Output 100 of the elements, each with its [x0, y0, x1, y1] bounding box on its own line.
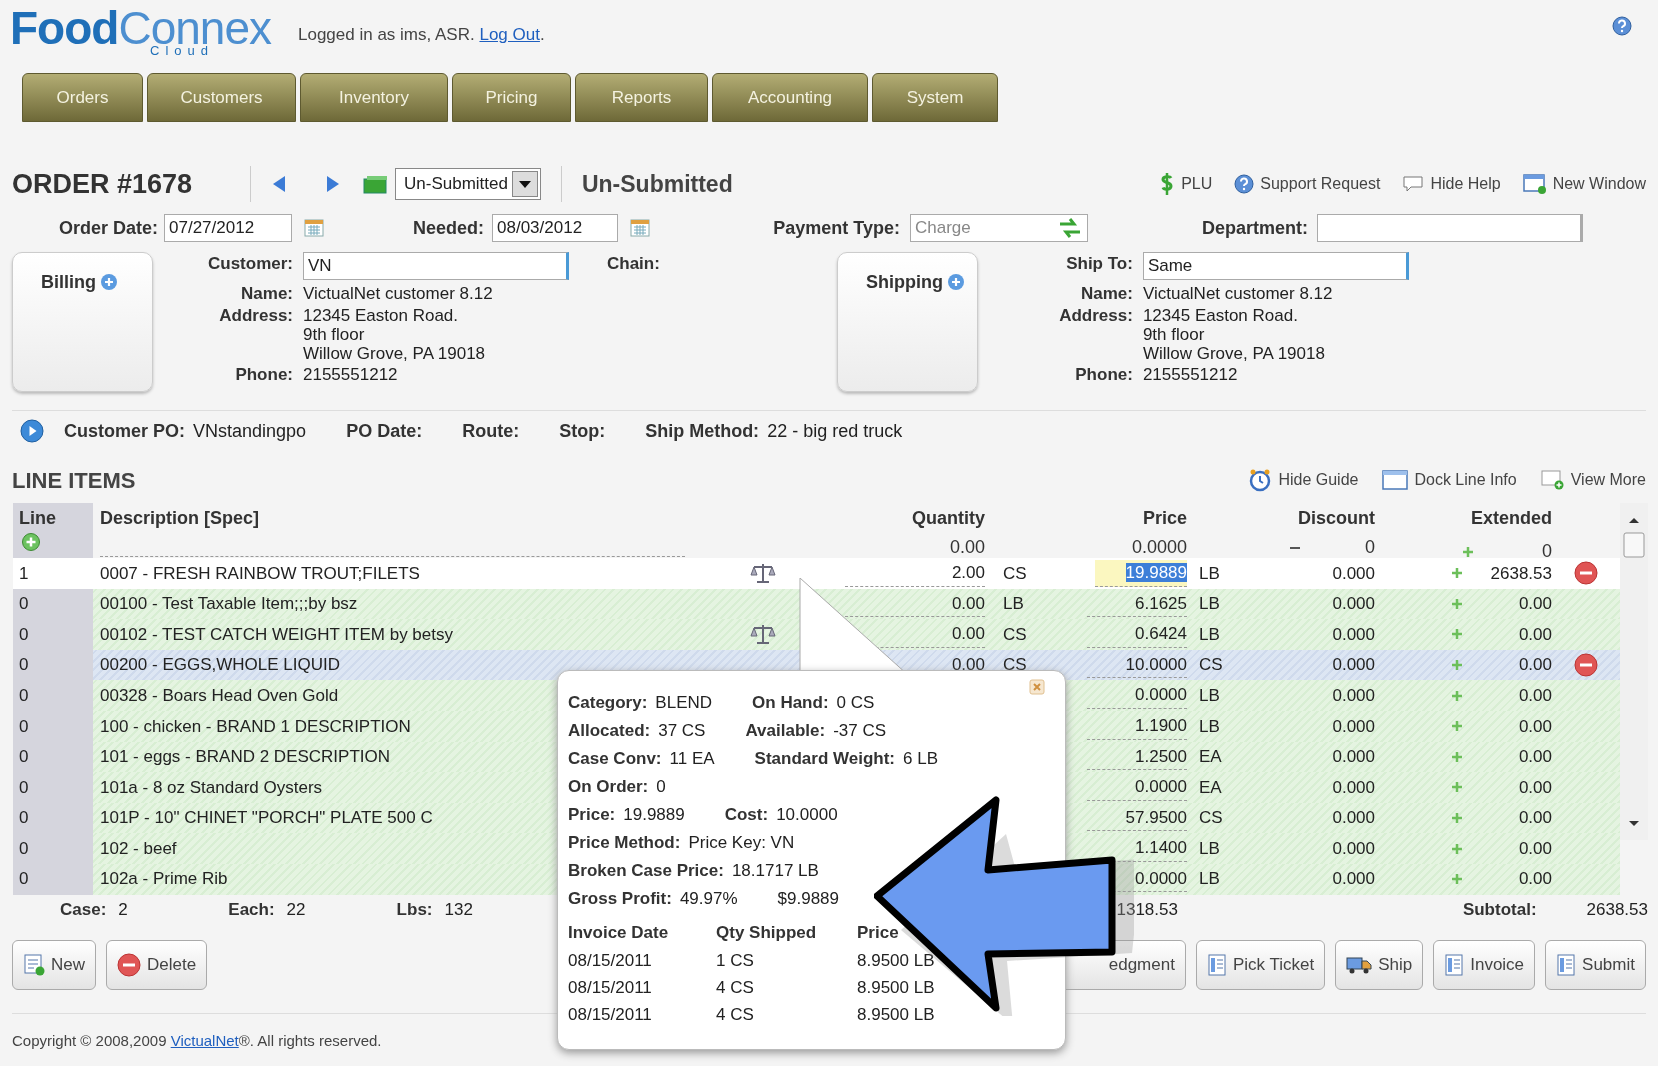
field-value: 2155551212: [303, 365, 398, 384]
table-cell-text: 0: [19, 868, 29, 891]
field-label: Case Conv:: [568, 748, 662, 771]
table-cell-text: 0: [19, 654, 29, 677]
field-label: Chain:: [607, 253, 660, 275]
table-cell-text: 101 - eggs - BRAND 2 DESCRIPTION: [100, 746, 391, 769]
table-cell-text: 8.9500 LB: [857, 1003, 936, 1026]
field-value: VNstandingpo: [193, 419, 307, 443]
table-cell-text: 0.00: [1518, 746, 1552, 769]
table-cell-text: 0: [19, 623, 29, 646]
field-label: Allocated:: [568, 720, 651, 743]
table-cell-text: CS: [1003, 623, 1027, 646]
field-value: 10.0000: [776, 804, 838, 827]
table-cell-text: LB: [1199, 868, 1220, 891]
table-cell-text: 00200 - EGGS,WHOLE LIQUID: [100, 654, 340, 677]
table-cell-text: 0.00: [1518, 654, 1552, 677]
field-value: 19.9889: [623, 804, 685, 827]
table-cell-text: 8.9500 LB: [857, 976, 936, 999]
column-header: Description [Spec]: [100, 507, 261, 530]
table-cell-text: 0: [19, 807, 29, 830]
table-cell-text: 101a - 8 oz Standard Oysters: [100, 776, 323, 799]
field-label: Ship To:: [1065, 253, 1133, 274]
table-cell-text: 0.000: [1332, 837, 1375, 860]
table-cell-text: 0: [19, 715, 29, 738]
table-cell-text: 0.000: [1332, 807, 1375, 830]
field-label: Price Method:: [568, 832, 681, 855]
field-value: 12345 Easton Road.: [1142, 306, 1299, 325]
table-cell: 0.00: [845, 590, 985, 618]
table-cell-text: 0.00: [1518, 807, 1552, 830]
table-cell-text: CS: [1199, 654, 1223, 677]
table-cell-text: 0.0000: [1131, 536, 1187, 559]
table-cell-text: 100 - chicken - BRAND 1 DESCRIPTION: [100, 715, 411, 738]
table-cell: 6.1625: [1087, 590, 1187, 618]
field-label: Name:: [1079, 283, 1133, 304]
table-cell-text: 0.00: [949, 536, 985, 559]
field-label: Subtotal:: [1462, 898, 1537, 921]
column-header: Line: [19, 507, 56, 530]
column-header: Qty Shipped: [716, 922, 818, 945]
table-cell-text: LB: [1003, 593, 1024, 616]
table-cell-text: 0.00: [1518, 684, 1552, 707]
field-label: Stop:: [559, 419, 606, 443]
field-value: Price Key: VN: [688, 832, 795, 855]
field-label: On Order:: [568, 776, 649, 799]
field-label: Department:: [1201, 216, 1308, 240]
status-text: Un-Submitted: [581, 169, 733, 199]
field-label: Gross Profit:: [568, 888, 672, 911]
table-cell-text: 0: [19, 593, 29, 616]
table-cell-text: 1: [19, 562, 29, 585]
table-cell-text: 0.000: [1332, 684, 1375, 707]
field-value: -37 CS: [833, 720, 887, 743]
field-value: Willow Grove, PA 19018: [303, 344, 486, 363]
table-cell-text: 0.00: [1518, 776, 1552, 799]
table-cell-text: 4 CS: [716, 1003, 755, 1026]
table-cell-text: LB: [1199, 837, 1220, 860]
table-cell-text: 0.000: [1332, 715, 1375, 738]
field-label: Customer PO:: [64, 419, 186, 443]
table-cell-text: 0: [19, 776, 29, 799]
table-cell-text: 0: [1365, 536, 1375, 559]
field-value: 9th floor: [303, 325, 366, 344]
table-cell-text: 0.00: [1518, 593, 1552, 616]
table-cell-text: 0.000: [1332, 562, 1375, 585]
table-cell: 1.2500: [1087, 743, 1187, 771]
field-label: Lbs:: [396, 898, 433, 921]
table-cell-text: 102a - Prime Rib: [100, 868, 228, 891]
table-cell-text: 0.000: [1332, 623, 1375, 646]
field-label: Each:: [228, 898, 275, 921]
table-cell: 57.9500: [1087, 804, 1187, 832]
table-cell-text: EA: [1199, 776, 1222, 799]
field-value: 6 LB: [903, 748, 938, 771]
field-value: 49.97%: [679, 888, 738, 911]
table-cell-text: 08/15/2011: [568, 949, 653, 972]
table-cell: 0.0000: [1087, 682, 1187, 709]
table-cell: 1.1900: [1087, 713, 1187, 740]
table-cell-text: 4 CS: [716, 976, 755, 999]
table-cell-text: 0.000: [1332, 776, 1375, 799]
column-header: Quantity: [912, 507, 985, 530]
field-value: 2638.53: [1586, 898, 1648, 921]
table-cell-text: 102 - beef: [100, 837, 177, 860]
field-value: 22 - big red truck: [767, 419, 903, 443]
field-label: Phone:: [234, 364, 293, 385]
table-cell: 2.00: [845, 560, 985, 587]
table-cell-text: 0.00: [1518, 868, 1552, 891]
field-label: Route:: [462, 419, 520, 443]
field-label: Available:: [745, 720, 826, 743]
table-cell-text: 0: [19, 837, 29, 860]
field-value: 22: [286, 898, 307, 921]
column-header: Discount: [1298, 507, 1375, 530]
table-cell-text: LB: [1199, 684, 1220, 707]
table-cell-text: 8.9500 LB: [857, 949, 936, 972]
column-header: Price: [1142, 507, 1187, 530]
field-value: VictualNet customer 8.12: [303, 284, 493, 303]
table-cell-text: CS: [1003, 562, 1027, 585]
table-cell-text: 0.00: [1518, 837, 1552, 860]
section-title: LINE ITEMS: [12, 466, 136, 495]
field-value: 132: [444, 898, 474, 921]
table-cell-text: LB: [1199, 562, 1220, 585]
field-label: Customer:: [207, 253, 293, 274]
field-value: 0 CS: [836, 692, 875, 715]
column-header: Invoice Date: [568, 922, 670, 945]
field-value: Willow Grove, PA 19018: [1142, 344, 1325, 363]
